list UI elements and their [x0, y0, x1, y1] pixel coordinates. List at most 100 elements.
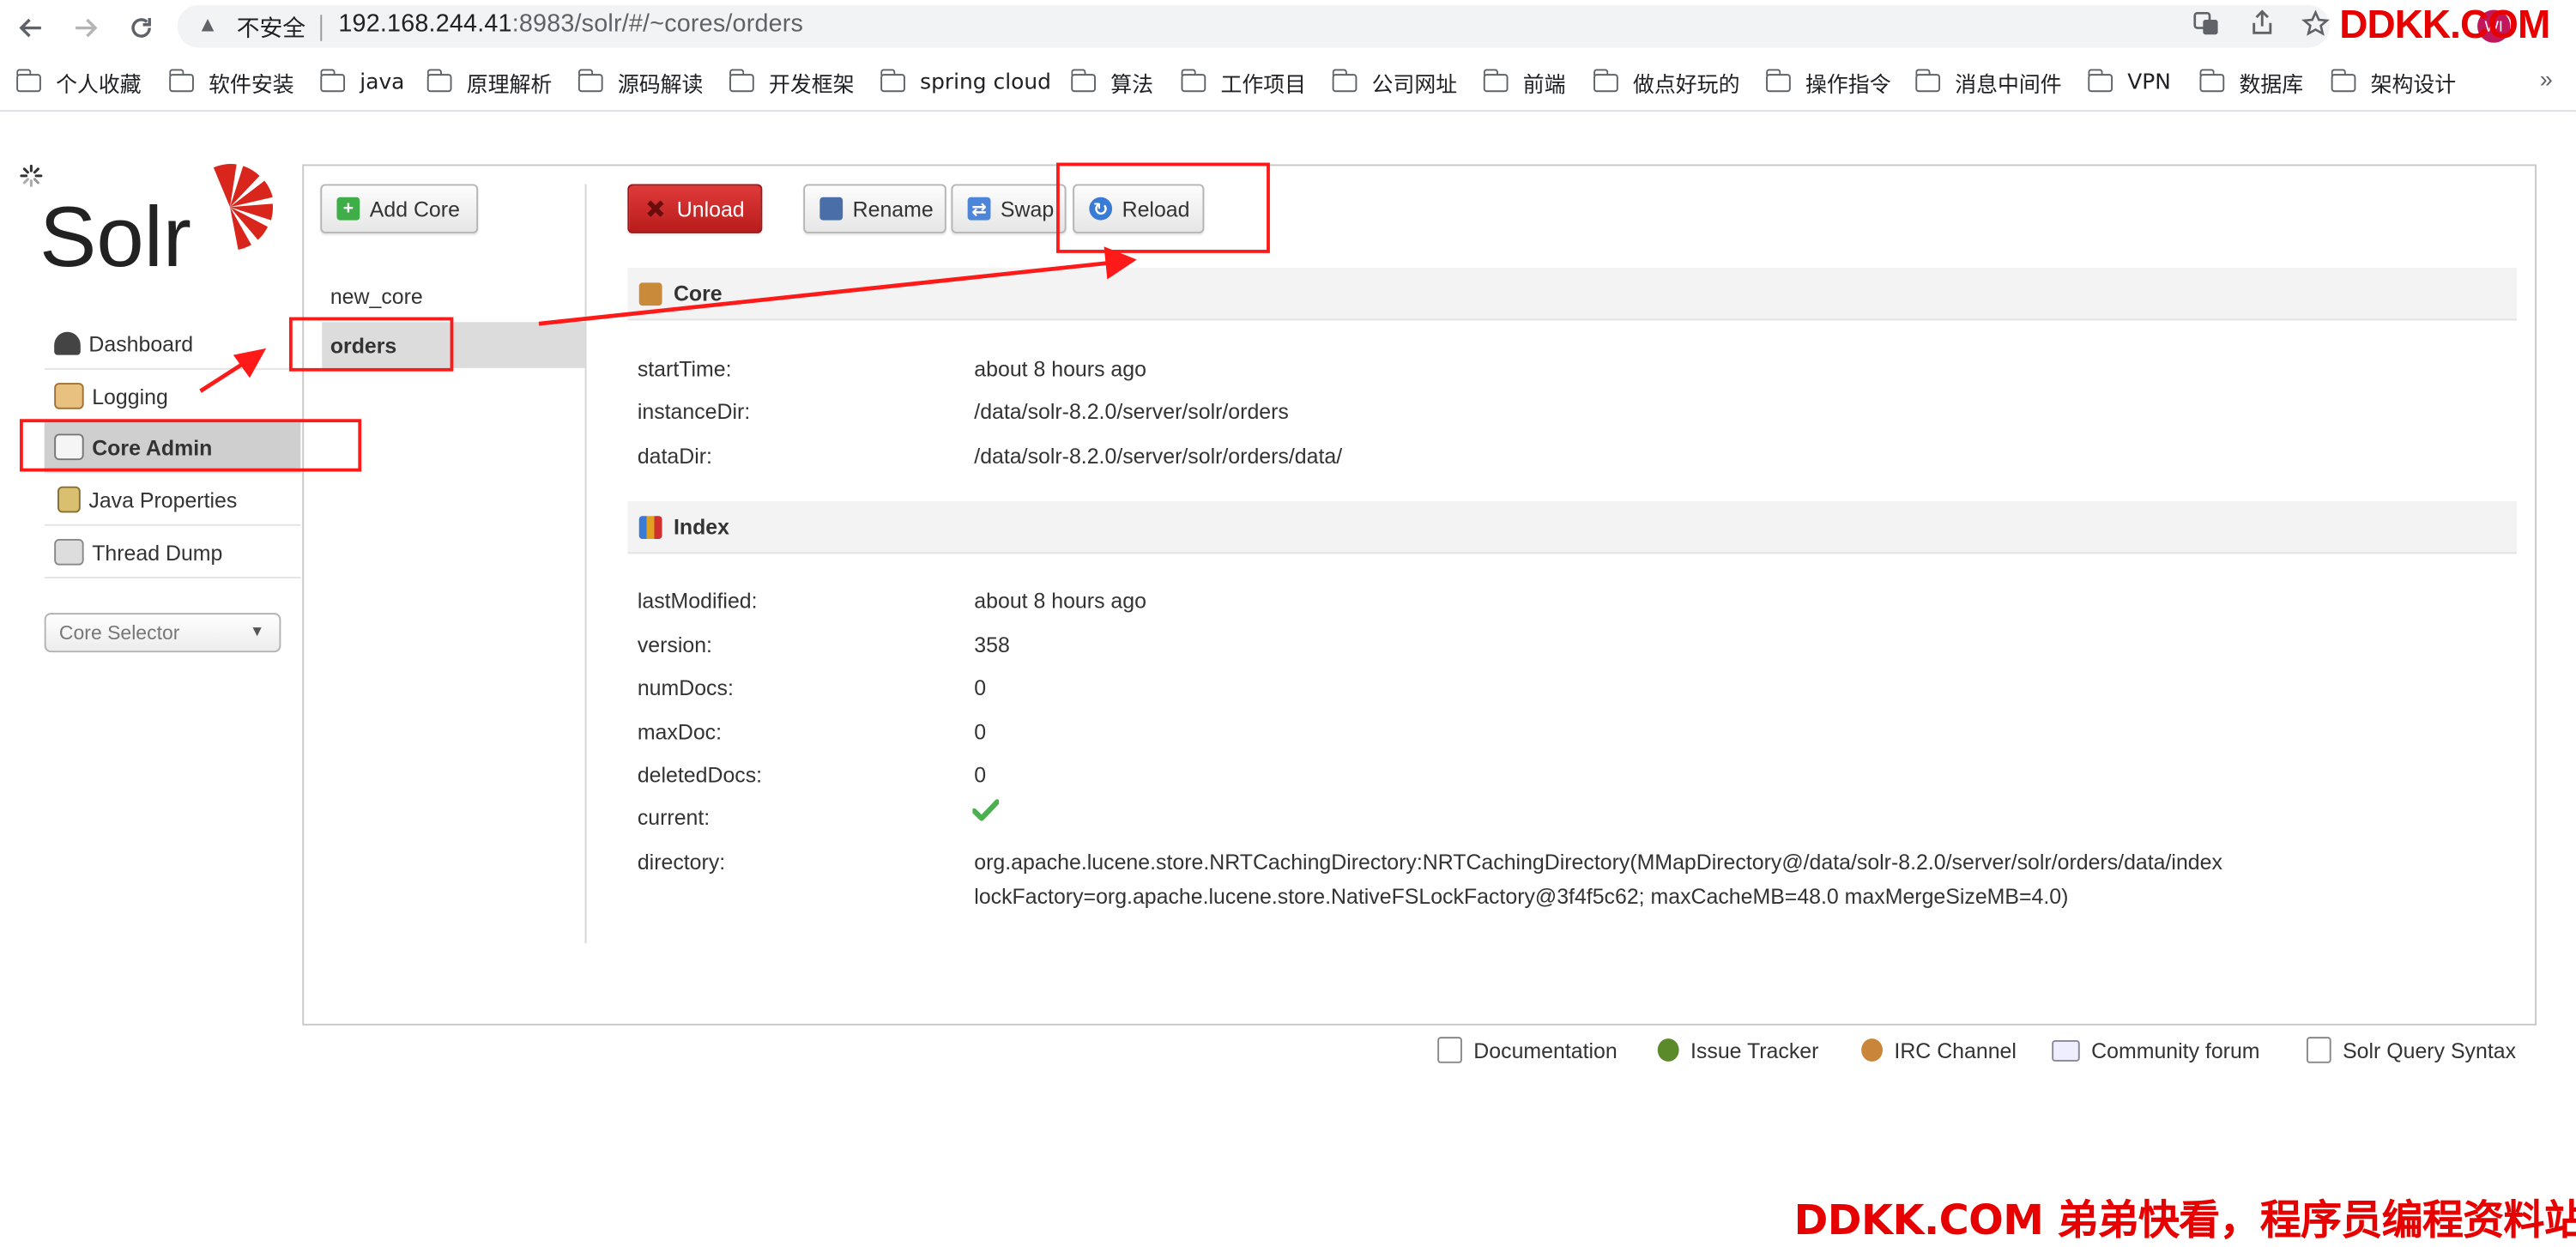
- warning-icon: ▲: [197, 11, 219, 37]
- folder-icon: [168, 68, 194, 92]
- bookmark-star-icon[interactable]: [2301, 9, 2330, 44]
- syntax-icon: [2306, 1037, 2331, 1063]
- solr-logo[interactable]: Solr: [20, 161, 282, 285]
- sidebar-divider: [44, 367, 301, 370]
- folder-icon: [1070, 68, 1096, 92]
- folder-icon: [1180, 68, 1206, 92]
- browser-toolbar: ▲ 不安全 192.168.244.41:8983/solr/#/~cores/…: [0, 0, 2576, 57]
- folder-icon: [1765, 68, 1791, 92]
- watermark-bottom: DDKK.COM 弟弟快看，程序员编程资料站: [1793, 1196, 2576, 1244]
- rename-icon: [819, 197, 844, 221]
- field-value: about 8 hours ago: [974, 356, 1146, 382]
- bookmark-folder[interactable]: 消息中间件: [1914, 66, 2062, 99]
- address-divider: [320, 15, 323, 41]
- svg-text:Solr: Solr: [39, 190, 191, 282]
- field-label: instanceDir:: [637, 399, 751, 424]
- core-icon: [638, 281, 662, 306]
- bookmark-folder[interactable]: java: [319, 66, 404, 99]
- footer-link-solr-query-syntax[interactable]: Solr Query Syntax: [2306, 1035, 2516, 1064]
- loading-spinner-icon: [20, 164, 43, 187]
- sidebar-item-logging[interactable]: Logging: [45, 372, 301, 421]
- add-core-button[interactable]: + Add Core: [320, 184, 479, 233]
- field-value: 0: [974, 719, 987, 745]
- highlight-orders: [288, 317, 454, 372]
- bookmark-folder[interactable]: 公司网址: [1331, 66, 1457, 99]
- index-section-header: Index: [627, 500, 2518, 554]
- share-icon[interactable]: [2249, 9, 2276, 42]
- bookmark-folder[interactable]: 操作指令: [1765, 66, 1891, 99]
- field-value-continued: lockFactory=org.apache.lucene.store.Nati…: [974, 884, 2069, 909]
- thread-dump-icon: [54, 539, 84, 566]
- unload-button[interactable]: Unload: [627, 184, 763, 233]
- bookmark-folder[interactable]: 开发框架: [729, 66, 855, 99]
- footer-link-community-forum[interactable]: Community forum: [2052, 1035, 2260, 1064]
- field-label: lastModified:: [637, 588, 758, 614]
- bookmarks-bar: 个人收藏 软件安装 java 原理解析 源码解读 开发框架 spring clo…: [0, 56, 2576, 112]
- bookmark-folder[interactable]: 源码解读: [577, 66, 703, 99]
- sidebar-divider: [44, 524, 301, 526]
- highlight-reload: [1056, 162, 1270, 253]
- bookmark-folder[interactable]: 软件安装: [168, 66, 294, 99]
- plus-icon: +: [336, 197, 360, 221]
- highlight-core-admin: [19, 419, 362, 472]
- bookmark-folder[interactable]: 数据库: [2198, 66, 2303, 99]
- watermark-top: DDKK.COM: [2339, 3, 2550, 48]
- url-text[interactable]: 192.168.244.41:8983/solr/#/~cores/orders: [338, 9, 803, 38]
- bookmark-folder[interactable]: 架构设计: [2330, 66, 2456, 99]
- folder-icon: [426, 68, 452, 92]
- back-icon[interactable]: [11, 9, 51, 48]
- field-value: /data/solr-8.2.0/server/solr/orders: [974, 399, 1289, 424]
- folder-icon: [319, 68, 346, 92]
- footer-link-issue-tracker[interactable]: Issue Tracker: [1657, 1035, 1818, 1064]
- unload-icon: [644, 197, 667, 221]
- field-value: 0: [974, 762, 987, 788]
- field-label: current:: [637, 805, 711, 830]
- bookmark-folder[interactable]: 工作项目: [1180, 66, 1306, 99]
- bookmark-folder[interactable]: 算法: [1070, 66, 1153, 99]
- index-icon: [638, 515, 662, 539]
- bookmark-folder[interactable]: 前端: [1482, 66, 1566, 99]
- swap-icon: ⇄: [967, 197, 991, 221]
- core-list-item[interactable]: new_core: [322, 273, 584, 319]
- field-label: startTime:: [637, 356, 732, 382]
- bookmark-folder[interactable]: 原理解析: [426, 66, 552, 99]
- field-label: directory:: [637, 849, 726, 875]
- security-label: 不安全: [236, 15, 306, 41]
- solr-sun-icon: [213, 164, 274, 251]
- dashboard-icon: [54, 331, 81, 355]
- folder-icon: [2198, 68, 2225, 92]
- bug-icon: [1657, 1038, 1679, 1062]
- bookmark-folder[interactable]: spring cloud: [880, 66, 1051, 99]
- bookmarks-overflow[interactable]: »: [2540, 66, 2553, 93]
- field-value: 358: [974, 633, 1010, 657]
- field-value: about 8 hours ago: [974, 588, 1146, 614]
- sidebar-item-thread-dump[interactable]: Thread Dump: [45, 528, 301, 577]
- folder-icon: [2087, 68, 2113, 92]
- folder-icon: [880, 68, 905, 92]
- bookmark-folder[interactable]: 个人收藏: [15, 66, 142, 99]
- mail-icon: [2052, 1039, 2080, 1061]
- folder-icon: [15, 68, 41, 92]
- sidebar-item-dashboard[interactable]: Dashboard: [45, 318, 301, 367]
- folder-icon: [1593, 68, 1618, 92]
- sidebar-item-java-properties[interactable]: Java Properties: [45, 475, 301, 524]
- field-label: dataDir:: [637, 443, 712, 469]
- reload-page-icon[interactable]: [122, 9, 161, 48]
- field-value: 0: [974, 675, 987, 700]
- core-list-divider: [584, 184, 587, 944]
- footer-link-irc-channel[interactable]: IRC Channel: [1861, 1035, 2017, 1064]
- translate-icon[interactable]: [2193, 9, 2220, 42]
- forward-icon[interactable]: [66, 9, 106, 48]
- rename-button[interactable]: Rename: [803, 184, 946, 233]
- field-label: deletedDocs:: [637, 762, 763, 788]
- folder-icon: [577, 68, 603, 92]
- logging-icon: [54, 383, 84, 409]
- folder-icon: [2330, 68, 2356, 92]
- footer-link-documentation[interactable]: Documentation: [1437, 1035, 1618, 1064]
- bookmark-folder[interactable]: VPN: [2087, 66, 2171, 99]
- folder-icon: [1331, 68, 1358, 92]
- swap-button[interactable]: ⇄ Swap: [951, 184, 1067, 233]
- core-section-header: Core: [627, 268, 2518, 321]
- bookmark-folder[interactable]: 做点好玩的: [1593, 66, 1739, 99]
- core-selector[interactable]: Core Selector ▼: [44, 613, 281, 653]
